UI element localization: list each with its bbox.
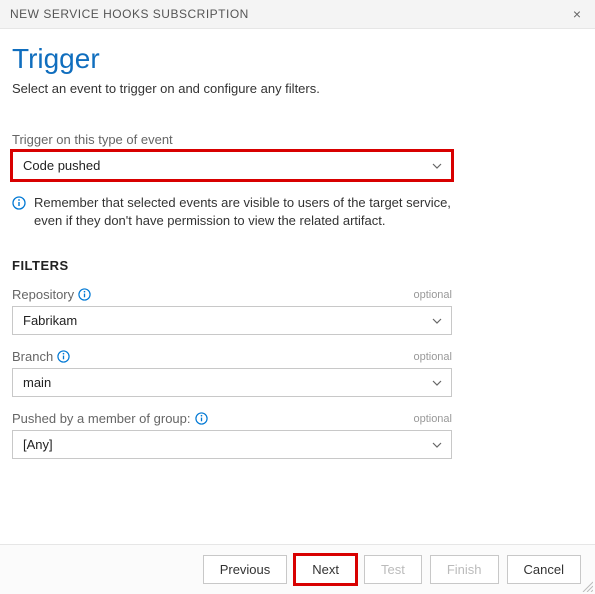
repository-select-wrap: Fabrikam xyxy=(12,306,452,335)
branch-label: Branch xyxy=(12,349,70,364)
event-type-select[interactable]: Code pushed xyxy=(12,151,452,180)
group-select-wrap: [Any] xyxy=(12,430,452,459)
next-button[interactable]: Next xyxy=(295,555,356,584)
branch-label-row: Branch optional xyxy=(12,349,452,364)
info-icon[interactable] xyxy=(195,412,208,425)
test-button: Test xyxy=(364,555,422,584)
event-type-label: Trigger on this type of event xyxy=(12,132,173,147)
info-message: Remember that selected events are visibl… xyxy=(12,194,452,230)
repository-label-row: Repository optional xyxy=(12,287,452,302)
event-type-label-row: Trigger on this type of event xyxy=(12,132,452,147)
dialog-title: NEW SERVICE HOOKS SUBSCRIPTION xyxy=(10,7,249,21)
repository-value: Fabrikam xyxy=(23,313,77,328)
event-type-value: Code pushed xyxy=(23,158,100,173)
finish-button: Finish xyxy=(430,555,499,584)
repository-select[interactable]: Fabrikam xyxy=(12,306,452,335)
branch-select-wrap: main xyxy=(12,368,452,397)
dialog-content: Trigger Select an event to trigger on an… xyxy=(0,29,595,459)
branch-value: main xyxy=(23,375,51,390)
filters-heading: FILTERS xyxy=(12,258,583,273)
group-label: Pushed by a member of group: xyxy=(12,411,208,426)
cancel-button[interactable]: Cancel xyxy=(507,555,581,584)
group-value: [Any] xyxy=(23,437,53,452)
dialog-titlebar: NEW SERVICE HOOKS SUBSCRIPTION × xyxy=(0,0,595,29)
info-icon[interactable] xyxy=(78,288,91,301)
chevron-down-icon xyxy=(431,439,443,451)
close-icon[interactable]: × xyxy=(569,6,585,22)
optional-tag: optional xyxy=(413,289,452,301)
info-icon[interactable] xyxy=(57,350,70,363)
group-select[interactable]: [Any] xyxy=(12,430,452,459)
branch-select[interactable]: main xyxy=(12,368,452,397)
page-subtitle: Select an event to trigger on and config… xyxy=(12,81,583,96)
optional-tag: optional xyxy=(413,413,452,425)
resize-grip-icon[interactable] xyxy=(581,580,593,592)
chevron-down-icon xyxy=(431,160,443,172)
group-label-row: Pushed by a member of group: optional xyxy=(12,411,452,426)
previous-button[interactable]: Previous xyxy=(203,555,288,584)
chevron-down-icon xyxy=(431,377,443,389)
info-icon xyxy=(12,196,26,230)
page-title: Trigger xyxy=(12,43,583,75)
chevron-down-icon xyxy=(431,315,443,327)
dialog-button-bar: Previous Next Test Finish Cancel xyxy=(0,544,595,594)
repository-label: Repository xyxy=(12,287,91,302)
info-text: Remember that selected events are visibl… xyxy=(34,194,452,230)
event-type-select-wrap: Code pushed xyxy=(12,151,452,180)
optional-tag: optional xyxy=(413,351,452,363)
